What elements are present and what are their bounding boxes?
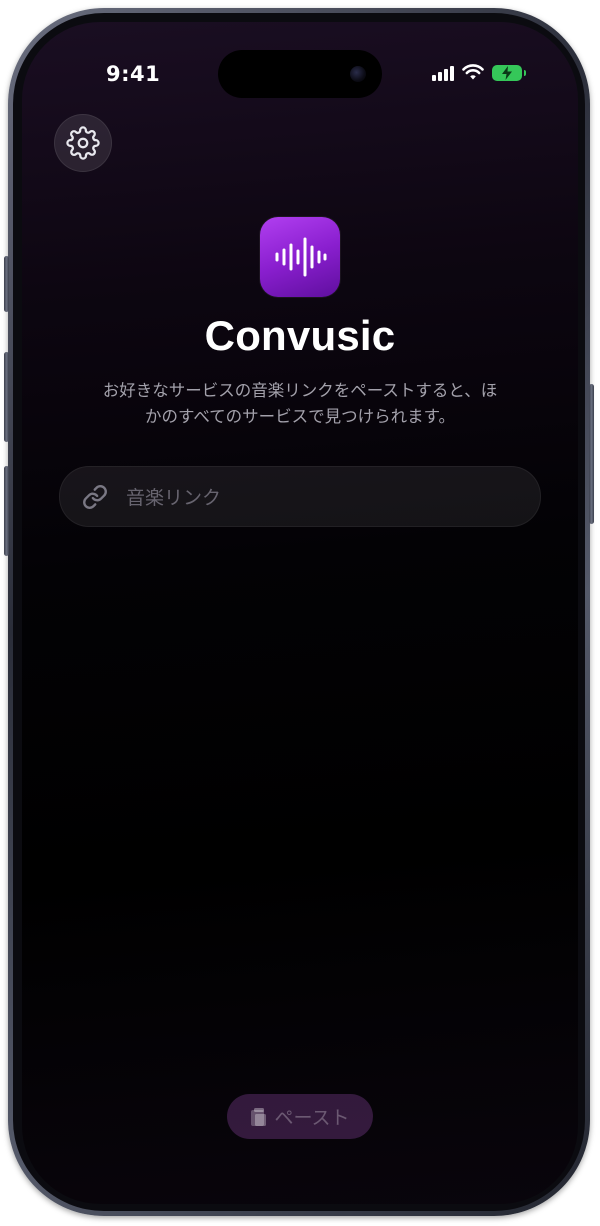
status-time: 9:41 <box>106 62 161 86</box>
clipboard-icon <box>251 1107 267 1126</box>
paste-button[interactable]: ペースト <box>227 1094 373 1139</box>
music-link-field[interactable] <box>59 466 541 528</box>
volume-up-button <box>4 352 9 442</box>
wifi-icon <box>462 64 484 80</box>
app-description: お好きなサービスの音楽リンクをペーストすると、ほかのすべてのサービスで見つけられ… <box>102 381 498 426</box>
paste-button-label: ペースト <box>274 1107 350 1129</box>
waveform-icon <box>275 237 327 277</box>
app-title: Convusic <box>204 312 396 359</box>
status-indicators <box>432 64 526 81</box>
link-icon <box>83 485 107 509</box>
volume-down-button <box>4 466 9 556</box>
action-button <box>4 256 9 312</box>
gear-icon <box>66 126 100 160</box>
power-button <box>589 384 594 524</box>
cellular-signal-icon <box>432 65 454 81</box>
camera-icon <box>350 66 366 82</box>
music-link-input[interactable] <box>124 467 528 528</box>
battery-charging-icon <box>492 64 526 81</box>
app-logo <box>260 217 340 297</box>
app-screen: 9:41 Convusic お好きなサービスの音楽リンクをペーストすると、ほかの… <box>22 22 578 1204</box>
settings-button[interactable] <box>54 114 112 172</box>
dynamic-island <box>218 50 382 98</box>
